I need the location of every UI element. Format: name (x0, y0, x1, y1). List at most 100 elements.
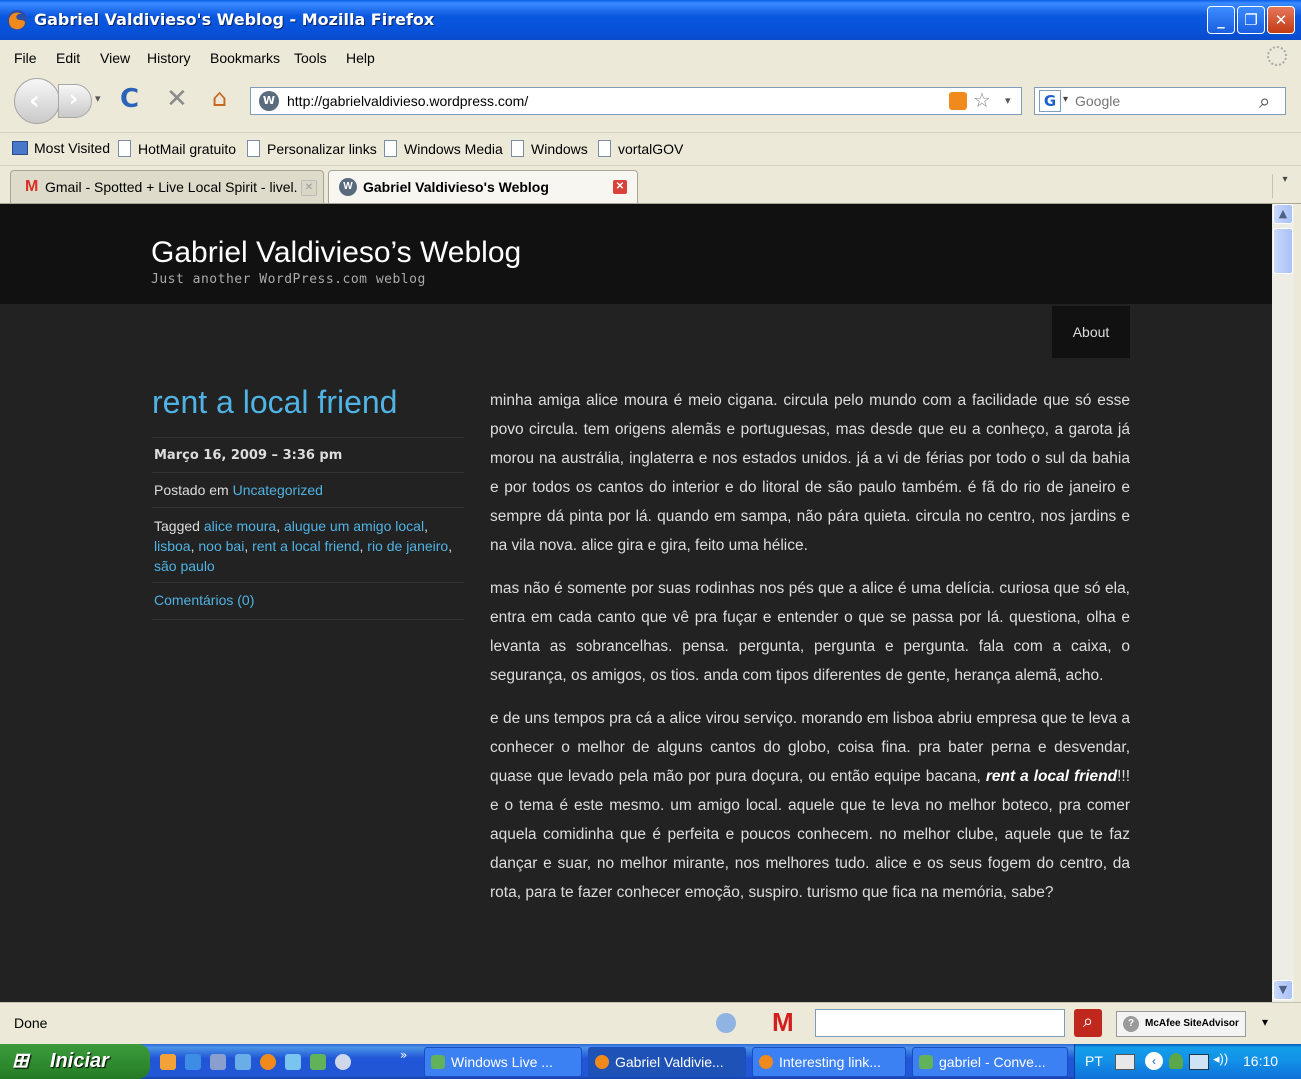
post-paragraph: e de uns tempos pra cá a alice virou ser… (490, 710, 1131, 901)
menu-file[interactable]: File (14, 50, 37, 66)
tag-link[interactable]: alugue um amigo local (284, 518, 424, 534)
language-indicator[interactable]: PT (1085, 1053, 1103, 1069)
quicklaunch-player-icon[interactable] (335, 1054, 351, 1070)
back-arrow-tray-icon[interactable]: ‹ (1145, 1052, 1163, 1070)
bookmark-vortalgov[interactable]: vortalGOV (598, 140, 683, 157)
quicklaunch-search-icon[interactable] (285, 1054, 301, 1070)
window-title: Gabriel Valdivieso's Weblog - Mozilla Fi… (34, 10, 435, 29)
quicklaunch-messenger-icon[interactable] (310, 1054, 326, 1070)
blog-header: Gabriel Valdivieso’s Weblog Just another… (0, 204, 1272, 304)
close-tab-icon[interactable]: ✕ (613, 180, 627, 194)
quicklaunch-app-icon[interactable] (210, 1054, 226, 1070)
scroll-down-icon[interactable]: ▼ (1273, 980, 1293, 1000)
category-link[interactable]: Uncategorized (233, 482, 323, 498)
siteadvisor-dropdown-icon[interactable]: ▾ (1262, 1015, 1268, 1029)
tag-link[interactable]: são paulo (154, 558, 215, 574)
menu-bookmarks[interactable]: Bookmarks (210, 50, 280, 66)
scroll-thumb[interactable] (1273, 228, 1293, 274)
wordpress-site-icon: W (259, 91, 279, 111)
quicklaunch-more-icon[interactable]: » (400, 1048, 407, 1062)
post-date: Março 16, 2009 – 3:36 pm (154, 448, 343, 463)
stop-icon[interactable]: ✕ (166, 84, 188, 114)
rss-feed-icon[interactable] (949, 92, 967, 110)
tag-link[interactable]: rent a local friend (252, 538, 359, 554)
throbber-icon (1267, 46, 1287, 66)
mcafee-icon[interactable]: M (772, 1007, 794, 1038)
home-icon[interactable]: ⌂ (212, 84, 227, 112)
quicklaunch-ie-icon[interactable] (185, 1054, 201, 1070)
wordpress-tab-icon: W (339, 178, 357, 196)
tagged-label: Tagged (154, 518, 200, 534)
back-button[interactable]: ‹ (14, 78, 60, 124)
scroll-up-icon[interactable]: ▲ (1273, 204, 1293, 224)
task-windows-live[interactable]: Windows Live ... (424, 1047, 582, 1077)
post-comments-row: Comentários (0) (152, 582, 464, 620)
menu-edit[interactable]: Edit (56, 50, 80, 66)
start-button[interactable]: ⊞ Iniciar (0, 1044, 150, 1079)
search-engine-dropdown-icon[interactable]: ▾ (1063, 94, 1068, 105)
search-magnifier-icon[interactable]: ⌕ (1259, 89, 1270, 113)
bookmark-windows-media[interactable]: Windows Media (384, 140, 503, 157)
messenger-icon (919, 1055, 933, 1069)
task-gabriel-conversation[interactable]: gabriel - Conve... (912, 1047, 1068, 1077)
tab-weblog[interactable]: W Gabriel Valdivieso's Weblog ✕ (328, 170, 638, 203)
blog-title[interactable]: Gabriel Valdivieso’s Weblog (151, 236, 521, 270)
tab-bar: M Gmail - Spotted + Live Local Spirit - … (0, 166, 1301, 204)
page-icon (598, 140, 611, 157)
post-title[interactable]: rent a local friend (152, 384, 397, 421)
search-bar[interactable]: G ▾ ⌕ (1034, 87, 1286, 115)
quicklaunch-wmp-icon[interactable] (235, 1054, 251, 1070)
mcafee-search-icon[interactable]: ⌕ (1074, 1009, 1102, 1037)
post-paragraph: mas não é somente por suas rodinhas nos … (490, 580, 1130, 684)
firefox-icon (595, 1055, 609, 1069)
firefox-icon (759, 1055, 773, 1069)
close-window-button[interactable]: ✕ (1267, 6, 1295, 34)
bookmark-windows[interactable]: Windows (511, 140, 588, 157)
url-input[interactable] (287, 91, 927, 111)
bookmark-personalizar-links[interactable]: Personalizar links (247, 140, 377, 157)
firefox-icon (7, 10, 27, 30)
task-gabriel-weblog[interactable]: Gabriel Valdivie... (588, 1047, 746, 1077)
minimize-button[interactable]: _ (1207, 6, 1235, 34)
restore-button[interactable]: ❐ (1237, 6, 1265, 34)
nav-about-link[interactable]: About (1052, 306, 1130, 358)
quicklaunch-firefox-icon[interactable] (260, 1054, 276, 1070)
menu-history[interactable]: History (147, 50, 191, 66)
url-dropdown-icon[interactable]: ▾ (1005, 94, 1011, 107)
keyboard-icon[interactable] (1115, 1054, 1135, 1070)
bookmark-hotmail[interactable]: HotMail gratuito (118, 140, 236, 157)
window-titlebar[interactable]: Gabriel Valdivieso's Weblog - Mozilla Fi… (0, 0, 1301, 40)
search-input[interactable] (1075, 91, 1245, 111)
menu-help[interactable]: Help (346, 50, 375, 66)
url-bar[interactable]: W ☆ ▾ (250, 87, 1022, 115)
comments-link[interactable]: Comentários (0) (154, 592, 254, 608)
tag-link[interactable]: alice moura (204, 518, 276, 534)
tab-list-dropdown-icon[interactable]: ▾ (1272, 174, 1297, 198)
google-search-engine-icon[interactable]: G (1039, 90, 1061, 112)
tag-link[interactable]: rio de janeiro (367, 538, 448, 554)
bookmark-most-visited[interactable]: Most Visited (12, 140, 110, 156)
close-tab-icon[interactable]: ✕ (301, 180, 317, 196)
bookmark-star-icon[interactable]: ☆ (973, 88, 991, 112)
tag-link[interactable]: lisboa (154, 538, 191, 554)
mcafee-search-input[interactable] (815, 1009, 1065, 1037)
menu-view[interactable]: View (100, 50, 130, 66)
tab-gmail[interactable]: M Gmail - Spotted + Live Local Spirit - … (10, 170, 324, 203)
vertical-scrollbar[interactable]: ▲ ▼ (1272, 204, 1294, 1002)
page-icon (384, 140, 397, 157)
quicklaunch-media-icon[interactable] (160, 1054, 176, 1070)
sync-status-icon[interactable] (716, 1013, 736, 1033)
back-arrow-icon: ‹ (29, 86, 40, 116)
volume-icon[interactable]: ◂)) (1213, 1051, 1228, 1067)
post-category-row: Postado em Uncategorized (152, 472, 464, 507)
siteadvisor-button[interactable]: ? McAfee SiteAdvisor (1116, 1011, 1246, 1037)
task-interesting-link[interactable]: Interesting link... (752, 1047, 906, 1077)
network-icon[interactable] (1189, 1054, 1209, 1070)
menu-tools[interactable]: Tools (294, 50, 327, 66)
siteadvisor-icon: ? (1123, 1016, 1139, 1032)
forward-button[interactable]: › (58, 84, 92, 118)
messenger-tray-icon[interactable] (1169, 1053, 1183, 1069)
reload-icon[interactable]: C (120, 84, 139, 114)
tag-link[interactable]: noo bai (198, 538, 244, 554)
history-dropdown-icon[interactable]: ▾ (95, 92, 101, 105)
